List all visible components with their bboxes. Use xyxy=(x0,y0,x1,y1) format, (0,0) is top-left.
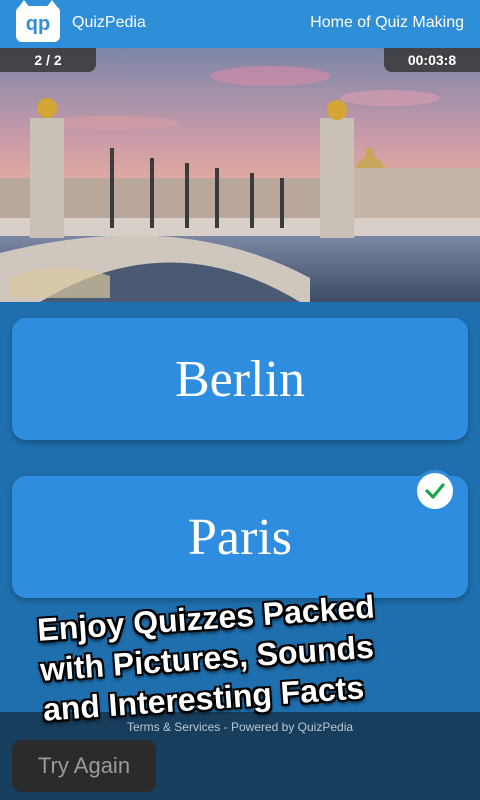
answer-option-2[interactable]: Paris xyxy=(12,470,468,598)
try-again-button[interactable]: Try Again xyxy=(12,740,156,792)
question-image-paris-bridge xyxy=(0,48,480,302)
answer-option-label: Paris xyxy=(188,508,292,566)
quiz-timer: 00:03:8 xyxy=(384,48,480,72)
header-tagline: Home of Quiz Making xyxy=(310,14,464,31)
question-counter: 2 / 2 xyxy=(0,48,96,72)
promo-banner: Enjoy Quizzes Packed with Pictures, Soun… xyxy=(36,581,453,729)
check-icon xyxy=(414,470,456,512)
quizpedia-logo[interactable]: qp xyxy=(16,0,60,42)
answer-option-label: Berlin xyxy=(175,350,305,408)
answer-option-1[interactable]: Berlin xyxy=(12,318,468,440)
app-title: QuizPedia xyxy=(72,14,146,31)
app-header: qp QuizPedia Home of Quiz Making xyxy=(0,0,480,48)
